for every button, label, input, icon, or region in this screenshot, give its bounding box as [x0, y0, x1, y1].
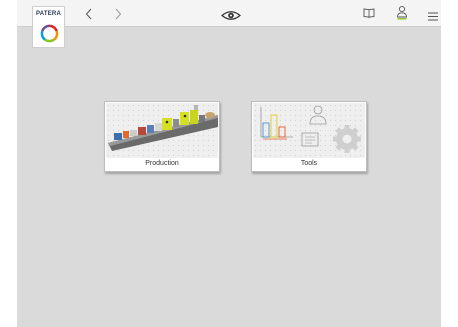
chevron-left-icon [85, 8, 92, 20]
production-tile[interactable]: Production [104, 101, 220, 172]
hamburger-menu-icon [428, 12, 438, 21]
production-illustration [106, 103, 218, 158]
logo-ring-icon [40, 24, 59, 43]
tools-tile-label: Tools [300, 160, 318, 167]
tools-tile[interactable]: Tools [251, 101, 367, 172]
menu-button[interactable] [428, 8, 438, 26]
chevron-right-icon [115, 8, 122, 20]
book-icon [363, 8, 375, 19]
app-window: PATERA Production Tools [17, 0, 441, 327]
view-button[interactable] [221, 8, 241, 26]
eye-icon [221, 11, 241, 20]
back-button[interactable] [83, 8, 95, 20]
production-tile-label: Production [145, 160, 179, 167]
forward-button[interactable] [112, 8, 124, 20]
patera-logo[interactable]: PATERA [32, 6, 65, 48]
user-icon [397, 5, 407, 20]
help-book-button[interactable] [363, 6, 375, 24]
user-button[interactable] [396, 5, 408, 25]
tools-illustration [253, 103, 365, 158]
top-toolbar [17, 0, 441, 27]
logo-text: PATERA [36, 11, 61, 17]
